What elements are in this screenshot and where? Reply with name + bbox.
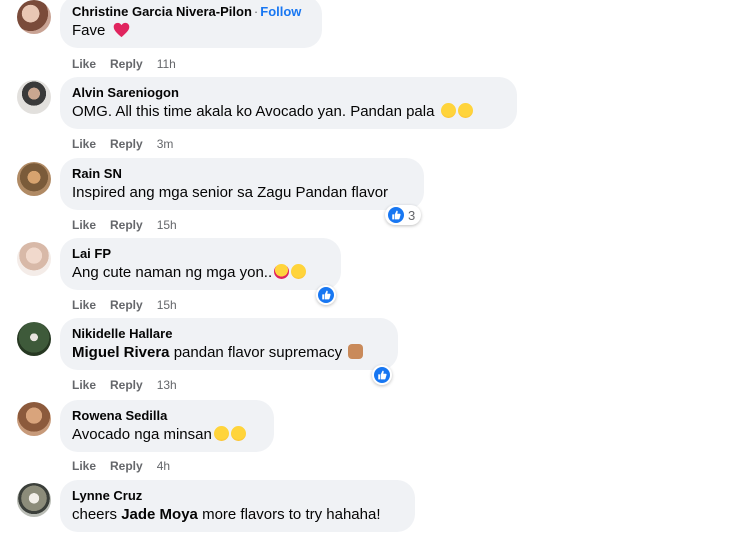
reply-link[interactable]: Reply [110,298,143,312]
avatar[interactable] [17,162,51,196]
comment-time[interactable]: 15h [157,298,177,312]
reaction-badge[interactable]: 3 [385,205,422,225]
like-link[interactable]: Like [72,298,96,312]
avatar[interactable] [17,242,51,276]
comment-bubble: Christine Garcia Nivera-Pilon · Follow Fav… [60,0,322,48]
mention-link[interactable]: Jade Moya [121,506,198,523]
comment-text-line: Miguel Rivera pandan flavor supremacy [72,344,364,361]
crying-emoji-icon [457,103,473,118]
comment-text-line: cheers Jade Moya more flavors to try hah… [72,506,381,523]
comment-text: more flavors to try hahaha! [197,506,381,523]
avatar[interactable] [17,0,51,34]
comment-time[interactable]: 13h [157,378,177,392]
fist-emoji-icon [348,344,364,359]
comment-bubble: Alvin Sareniogon OMG. All this time akal… [60,77,517,129]
like-reaction-icon [374,367,390,383]
like-reaction-icon [388,207,404,223]
comment-author[interactable]: Rowena Sedilla [72,408,167,423]
comment-actions: Like Reply 3m [72,137,187,151]
avatar[interactable] [17,402,51,436]
comment-text-line: Ang cute naman ng mga yon.. [72,264,307,281]
comment-time[interactable]: 11h [157,57,176,71]
like-link[interactable]: Like [72,57,96,71]
comment-author[interactable]: Lynne Cruz [72,488,142,503]
reaction-badge[interactable] [316,285,336,305]
mention-link[interactable]: Miguel Rivera [72,344,170,361]
comment-actions: Like Reply 4h [72,459,184,473]
like-link[interactable]: Like [72,378,96,392]
comment-text-line: Fave [72,22,130,39]
comment-author[interactable]: Alvin Sareniogon [72,85,179,100]
comment-text-line: OMG. All this time akala ko Avocado yan.… [72,103,473,120]
smiling-hearts-emoji-icon [274,264,290,279]
comment-text-line: Avocado nga minsan [72,426,246,443]
comment-author[interactable]: Rain SN [72,166,122,181]
comment-text: Inspired ang mga senior sa Zagu Pandan f… [72,184,389,201]
comment-text: Ang cute naman ng mga yon.. [72,264,273,281]
grinning-sweat-emoji-icon [291,264,307,279]
comment-author[interactable]: Nikidelle Hallare [72,326,172,341]
comment-text: cheers [72,506,122,523]
comment-time[interactable]: 4h [157,459,170,473]
comment-author[interactable]: Christine Garcia Nivera-Pilon [72,4,252,19]
comment-text: pandan flavor supremacy [169,344,343,361]
comment-bubble: Lynne Cruz cheers Jade Moya more flavors… [60,480,415,532]
rolling-laughing-emoji-icon [230,426,246,441]
comment-time[interactable]: 3m [157,137,174,151]
reply-link[interactable]: Reply [110,137,143,151]
avatar[interactable] [17,80,51,114]
comment-actions: Like Reply 11h [72,57,190,71]
comment-text: Fave [72,22,106,39]
like-link[interactable]: Like [72,137,96,151]
like-link[interactable]: Like [72,459,96,473]
comment-actions: Like Reply 15h [72,218,191,232]
reply-link[interactable]: Reply [110,218,143,232]
reaction-count: 3 [408,207,416,223]
tears-of-joy-emoji-icon [213,426,229,441]
comment-text: Avocado nga minsan [72,426,212,443]
separator-dot: · [253,4,259,19]
comment-author-line: Christine Garcia Nivera-Pilon · Follow [72,4,301,19]
follow-link[interactable]: Follow [260,4,301,19]
comment-bubble: Lai FP Ang cute naman ng mga yon.. [60,238,341,290]
reply-link[interactable]: Reply [110,57,143,71]
avatar[interactable] [17,322,51,356]
comment-bubble: Rowena Sedilla Avocado nga minsan [60,400,274,452]
heart-emoji-icon [113,22,129,38]
reply-link[interactable]: Reply [110,459,143,473]
comment-actions: Like Reply 13h [72,378,191,392]
comment-text: OMG. All this time akala ko Avocado yan.… [72,103,435,120]
comment-author[interactable]: Lai FP [72,246,111,261]
comment-time[interactable]: 15h [157,218,177,232]
avatar[interactable] [17,483,51,517]
reply-link[interactable]: Reply [110,378,143,392]
comment-actions: Like Reply 15h [72,298,191,312]
reaction-badge[interactable] [372,365,392,385]
crying-emoji-icon [440,103,456,118]
like-link[interactable]: Like [72,218,96,232]
comment-bubble: Nikidelle Hallare Miguel Rivera pandan f… [60,318,398,370]
like-reaction-icon [318,287,334,303]
comment-bubble: Rain SN Inspired ang mga senior sa Zagu … [60,158,424,210]
